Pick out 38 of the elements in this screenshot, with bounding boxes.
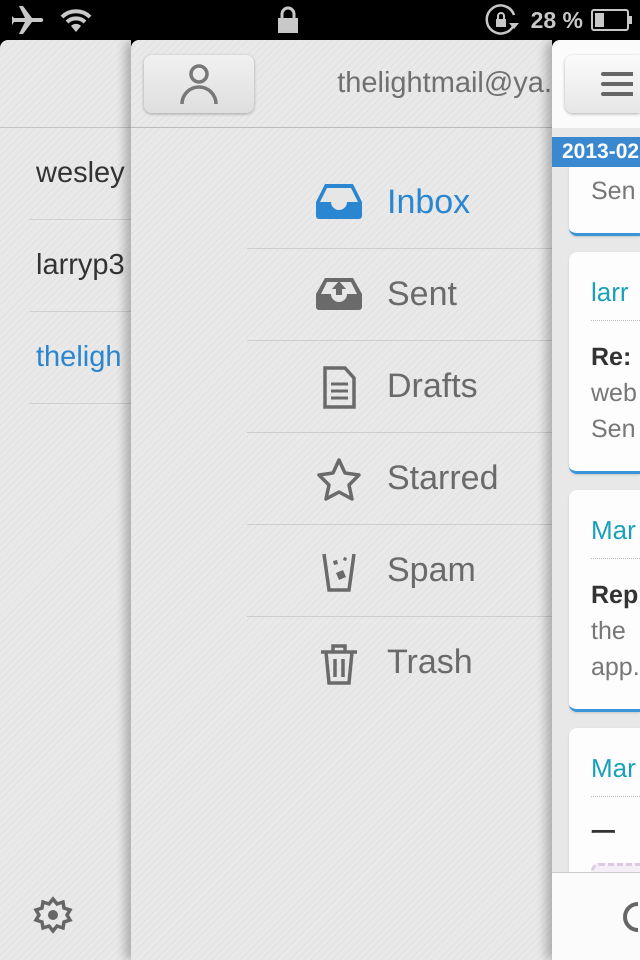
message-sender: Mar [591,514,637,546]
message-card[interactable]: Mar Rep the app. [569,490,640,712]
rotation-lock-icon [484,4,519,36]
message-preview: web [591,378,638,409]
message-sender: Mar [591,752,637,784]
account-item[interactable]: larryp3 [36,249,125,282]
folder-item[interactable]: Spam [387,551,476,590]
menu-button[interactable] [565,55,640,113]
folder-item[interactable]: Starred [387,459,498,498]
menu-icon [601,71,633,97]
account-button[interactable] [144,54,254,112]
battery-percentage: 28 % [530,6,583,34]
account-item[interactable]: wesley [36,157,125,190]
lock-icon [277,6,300,34]
message-card[interactable]: larr Re: web Sen [569,252,640,474]
person-icon [179,62,219,104]
account-email: thelightmail@ya. [336,67,552,100]
folder-item[interactable]: Trash [387,643,473,682]
message-preview: the [591,616,627,647]
date-banner: 2013-02 [552,137,640,167]
folder-item[interactable]: Drafts [387,367,478,406]
message-card[interactable]: Sen [569,167,640,236]
message-subject: Re: [591,342,632,373]
battery-icon [591,9,633,31]
message-sender: larr [591,276,630,308]
folder-item[interactable]: Inbox [387,183,470,222]
folder-item[interactable]: Sent [387,275,457,314]
message-preview: Sen [591,176,636,207]
wifi-icon [60,7,92,33]
settings-icon[interactable] [33,895,73,935]
message-subject: 一 [591,818,617,849]
message-subject: Rep [591,580,640,611]
message-preview: app. [591,652,640,683]
message-card[interactable]: Mar 一 [569,728,640,872]
airplane-icon [12,5,46,35]
star-icon [316,456,362,500]
message-preview: Sen [591,414,636,445]
account-item[interactable]: theligh [36,341,122,374]
